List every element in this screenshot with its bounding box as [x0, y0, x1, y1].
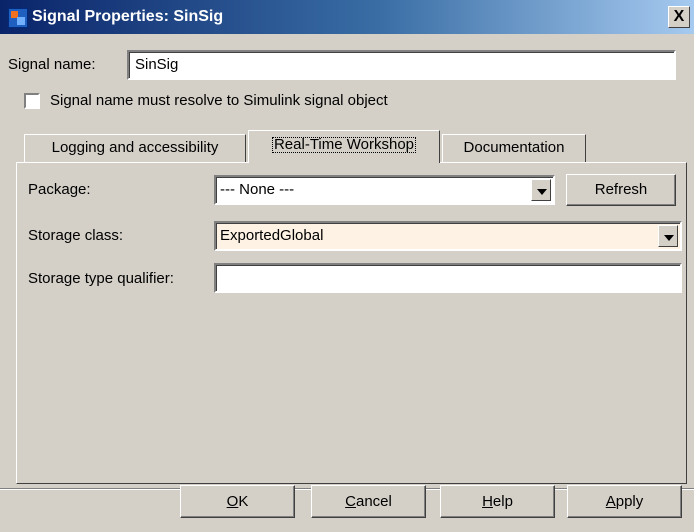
simulink-app-icon	[8, 8, 28, 28]
package-label: Package:	[28, 181, 91, 198]
apply-label-rest: pply	[615, 493, 644, 510]
package-selected-value: --- None ---	[220, 181, 295, 198]
signal-name-label: Signal name:	[8, 56, 96, 73]
cancel-mnemonic: C	[345, 493, 356, 510]
chevron-down-icon[interactable]	[531, 179, 551, 201]
help-mnemonic: H	[482, 493, 493, 510]
apply-mnemonic: A	[605, 493, 616, 510]
help-button[interactable]: Help	[440, 485, 555, 518]
storage-type-qualifier-input[interactable]	[214, 263, 682, 293]
resolve-checkbox-label: Signal name must resolve to Simulink sig…	[50, 92, 388, 109]
window-title: Signal Properties: SinSig	[32, 8, 224, 25]
storage-class-dropdown[interactable]: ExportedGlobal	[214, 221, 682, 251]
help-label-rest: elp	[492, 493, 513, 510]
ok-button[interactable]: OK	[180, 485, 295, 518]
ok-mnemonic: O	[226, 493, 239, 510]
cancel-label-rest: ancel	[355, 493, 392, 510]
resolve-checkbox[interactable]	[24, 93, 40, 109]
tab-documentation[interactable]: Documentation	[442, 134, 586, 162]
tab-label: Logging and accessibility	[51, 139, 219, 156]
title-bar[interactable]: Signal Properties: SinSig X	[0, 0, 694, 34]
tab-label: Documentation	[463, 139, 565, 156]
close-button[interactable]: X	[668, 6, 690, 28]
cancel-button[interactable]: Cancel	[311, 485, 426, 518]
ok-label-rest: K	[238, 493, 249, 510]
tab-label: Real-Time Workshop	[268, 133, 420, 157]
apply-button[interactable]: Apply	[567, 485, 682, 518]
chevron-down-icon[interactable]	[658, 225, 678, 247]
tab-real-time-workshop[interactable]: Real-Time Workshop	[248, 130, 440, 163]
storage-type-qualifier-label: Storage type qualifier:	[28, 270, 174, 287]
dialog-window: Signal Properties: SinSig X Signal name:…	[0, 0, 694, 532]
tab-panel-real-time-workshop	[16, 162, 687, 484]
signal-name-input[interactable]: SinSig	[127, 50, 676, 80]
refresh-button[interactable]: Refresh	[566, 174, 676, 206]
tab-logging-and-accessibility[interactable]: Logging and accessibility	[24, 134, 246, 162]
storage-class-selected-value: ExportedGlobal	[220, 227, 324, 244]
storage-class-label: Storage class:	[28, 227, 124, 244]
package-dropdown[interactable]: --- None ---	[214, 175, 555, 205]
